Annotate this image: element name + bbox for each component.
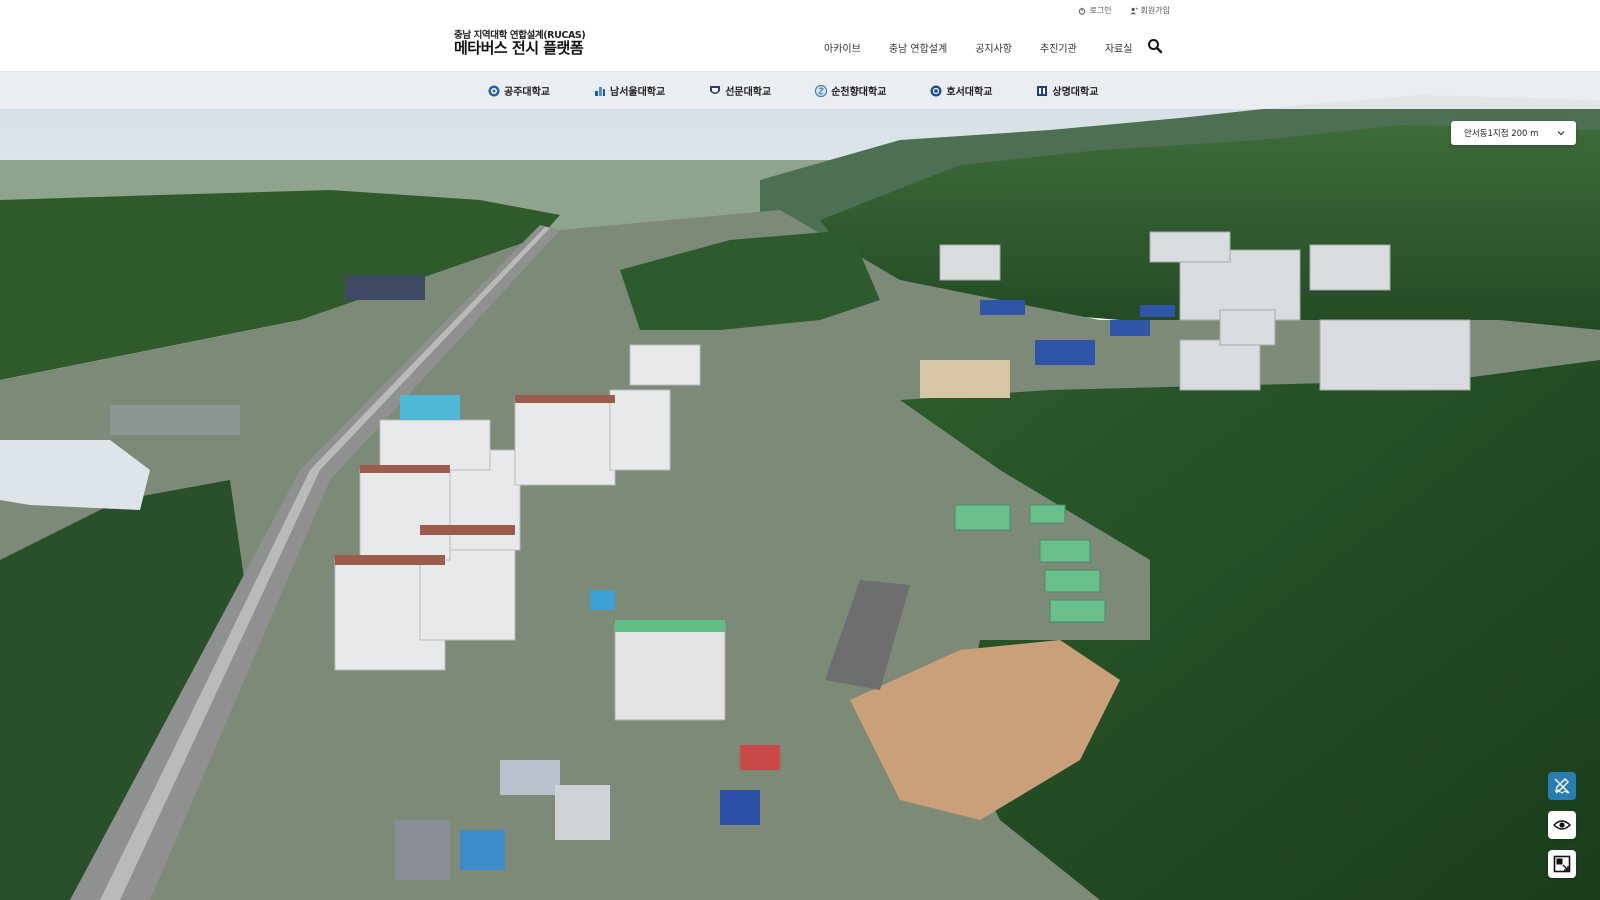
- uni-hoseo[interactable]: 호서대학교: [930, 83, 992, 98]
- site-logo[interactable]: 충남 지역대학 연합설계(RUCAS) 메타버스 전시 플랫폼: [454, 31, 586, 57]
- utility-links: 로그인 회원가입: [1078, 5, 1170, 16]
- sunmoon-emblem-icon: [710, 85, 721, 94]
- sangmyung-emblem-icon: [1037, 85, 1048, 96]
- uni-label: 호서대학교: [946, 87, 993, 98]
- view-toggle-button[interactable]: [1548, 811, 1576, 839]
- namseoul-emblem-icon: [595, 86, 605, 96]
- page: 로그인 회원가입 충남 지역대학 연합설계(RUCAS) 메타버스 전시 플랫폼…: [0, 0, 1600, 900]
- eye-icon: [1553, 820, 1571, 830]
- nav-resources[interactable]: 자료실: [1091, 40, 1147, 55]
- uni-kongju[interactable]: 공주대학교: [488, 83, 550, 98]
- uni-label: 순천향대학교: [831, 87, 887, 98]
- site-header: 로그인 회원가입 충남 지역대학 연합설계(RUCAS) 메타버스 전시 플랫폼…: [0, 0, 1600, 72]
- center-apartment-roof: [615, 620, 725, 632]
- hoseo-emblem-icon: [930, 85, 942, 96]
- picture-in-picture-icon: [1553, 855, 1571, 873]
- uni-label: 공주대학교: [504, 87, 550, 98]
- minimap-toggle-button[interactable]: [1548, 850, 1576, 878]
- uni-namseoul[interactable]: 남서울대학교: [594, 83, 665, 98]
- nav-joint-design[interactable]: 충남 연합설계: [875, 40, 961, 55]
- location-selected-value: 안서동1지점 200 m: [1464, 129, 1539, 139]
- signup-label: 회원가입: [1140, 6, 1170, 15]
- search-icon: [1148, 39, 1163, 54]
- university-bar: 공주대학교 남서울대학교 선문대학교 순천향대학교 호서대학교 상명대학교: [0, 72, 1600, 109]
- draw-toggle-button[interactable]: [1548, 772, 1576, 800]
- university-list: 공주대학교 남서울대학교 선문대학교 순천향대학교 호서대학교 상명대학교: [488, 72, 1142, 109]
- stadium-building: [345, 275, 425, 300]
- uni-label: 남서울대학교: [610, 87, 666, 98]
- signup-link[interactable]: 회원가입: [1129, 5, 1170, 16]
- soonchunhyang-emblem-icon: [815, 84, 828, 97]
- center-apartment: [614, 624, 726, 721]
- chevron-down-icon: [1557, 131, 1565, 136]
- parking-lot: [110, 405, 240, 435]
- user-icon: [1129, 7, 1138, 14]
- viewer-tools: [1548, 772, 1576, 878]
- kongju-emblem-icon: [488, 85, 500, 96]
- search-button[interactable]: [1147, 38, 1163, 54]
- sports-field: [920, 360, 1010, 398]
- uni-sunmoon[interactable]: 선문대학교: [709, 83, 771, 98]
- pen-off-icon: [1554, 778, 1570, 794]
- uni-soonchunhyang[interactable]: 순천향대학교: [815, 83, 886, 98]
- main-nav: 아카이브 충남 연합설계 공지사항 추진기관 자료실: [810, 40, 1146, 55]
- location-select[interactable]: 안서동1지점 200 m: [1451, 121, 1576, 145]
- nav-archive[interactable]: 아카이브: [810, 40, 875, 55]
- nav-organization[interactable]: 추진기관: [1026, 40, 1091, 55]
- power-icon: [1079, 7, 1086, 15]
- uni-sangmyung[interactable]: 상명대학교: [1036, 83, 1098, 98]
- uni-label: 상명대학교: [1052, 87, 1099, 98]
- aerial-panorama[interactable]: [0, 0, 1600, 900]
- login-link[interactable]: 로그인: [1078, 5, 1112, 16]
- logo-title: 메타버스 전시 플랫폼: [454, 38, 584, 57]
- uni-label: 선문대학교: [725, 87, 772, 98]
- login-label: 로그인: [1089, 6, 1112, 15]
- nav-notice[interactable]: 공지사항: [961, 40, 1026, 55]
